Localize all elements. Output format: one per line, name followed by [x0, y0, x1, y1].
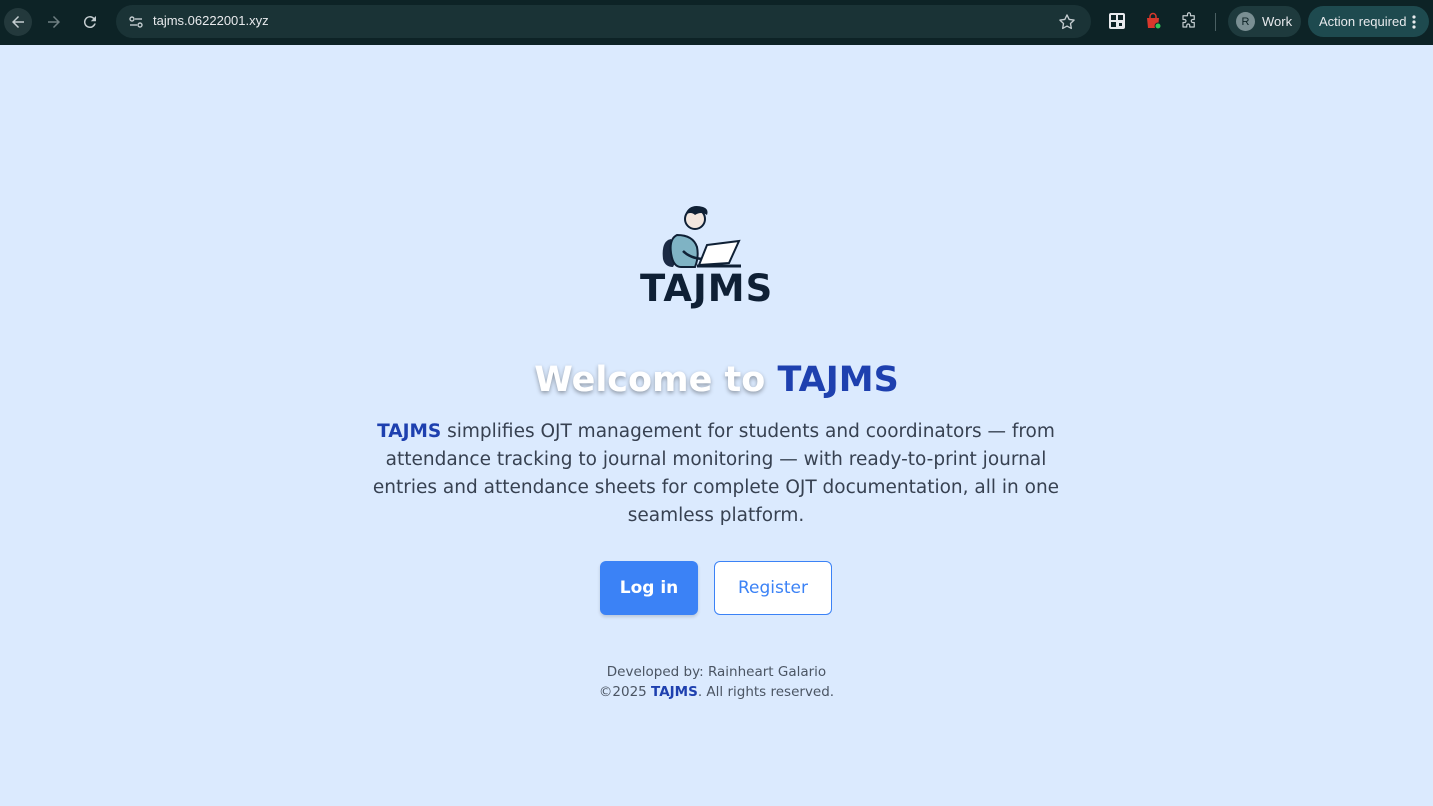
shopping-bag-icon: [1147, 12, 1162, 30]
tajms-logo: TAJMS: [637, 201, 797, 310]
desc-brand: TAJMS: [377, 421, 442, 442]
profile-label: Work: [1262, 14, 1293, 29]
copyright-prefix: ©2025: [598, 684, 652, 700]
copyright-suffix: . All rights reserved.: [697, 684, 835, 700]
star-icon[interactable]: [1057, 12, 1077, 32]
browser-toolbar: tajms.06222001.xyz R Work Action require…: [0, 0, 1433, 45]
profile-button[interactable]: R Work: [1228, 6, 1301, 37]
extensions-button[interactable]: [1179, 11, 1199, 31]
back-icon: [12, 16, 24, 28]
shopping-extension[interactable]: [1143, 11, 1163, 31]
qr-code-icon: [1109, 13, 1125, 29]
action-required-label: Action required: [1319, 14, 1407, 29]
login-button[interactable]: Log in: [600, 561, 698, 615]
developer-credit: Developed by: Rainheart Galario: [606, 664, 827, 680]
page-title: Welcome to TAJMS: [0, 360, 1433, 400]
action-required-button[interactable]: Action required: [1308, 6, 1429, 37]
site-info-icon: [129, 16, 143, 28]
puzzle-icon: [1182, 12, 1195, 28]
copyright-brand: TAJMS: [651, 684, 698, 700]
more-vert-icon[interactable]: [1407, 13, 1421, 31]
welcome-prefix: Welcome to: [534, 360, 778, 400]
site-info-button[interactable]: [124, 10, 148, 34]
hero-description: TAJMS simplifies OJT management for stud…: [356, 418, 1076, 530]
reload-icon: [83, 16, 96, 29]
desc-text: simplifies OJT management for students a…: [372, 421, 1060, 526]
welcome-brand: TAJMS: [777, 360, 899, 400]
reload-button[interactable]: [76, 8, 104, 36]
toolbar-divider: [1215, 13, 1216, 31]
landing-page: TAJMS Welcome to TAJMS TAJMS simplifies …: [0, 45, 1433, 806]
back-button[interactable]: [4, 8, 32, 36]
student-laptop-illustration: [662, 206, 741, 268]
forward-button[interactable]: [40, 8, 68, 36]
address-bar[interactable]: tajms.06222001.xyz: [116, 5, 1091, 38]
avatar: R: [1236, 12, 1255, 31]
qr-code-extension[interactable]: [1107, 11, 1127, 31]
copyright: ©2025 TAJMS. All rights reserved.: [0, 684, 1433, 700]
url-text[interactable]: tajms.06222001.xyz: [153, 13, 269, 28]
forward-icon: [48, 16, 60, 28]
logo-wordmark: TAJMS: [640, 267, 774, 310]
register-button[interactable]: Register: [714, 561, 832, 615]
